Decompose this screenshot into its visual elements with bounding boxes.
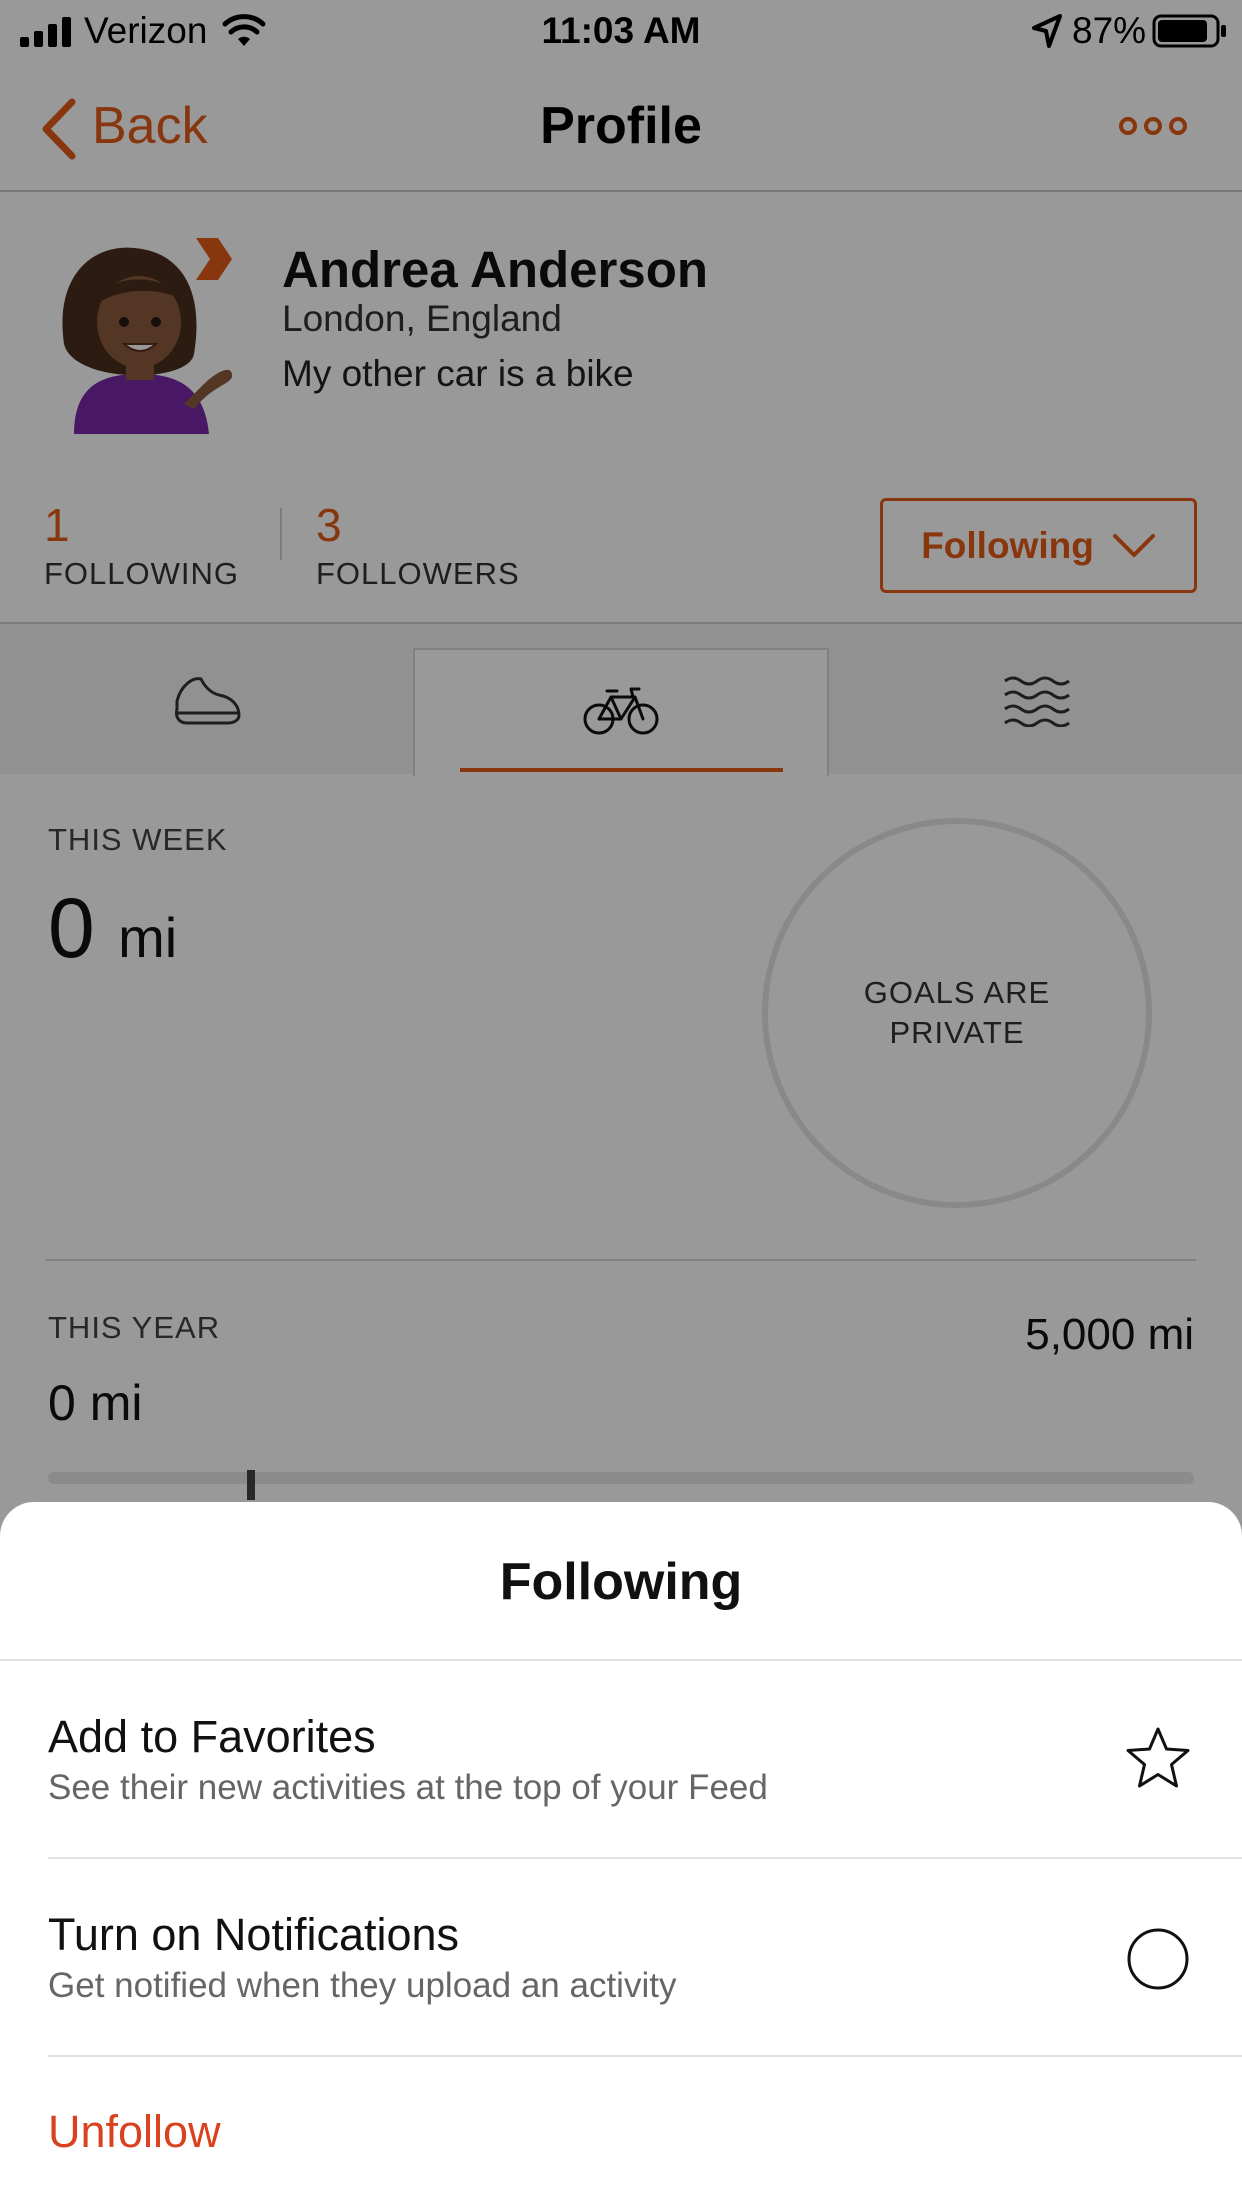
favorites-subtitle: See their new activities at the top of y…	[48, 1768, 768, 1807]
sheet-row-divider	[48, 2055, 1242, 2057]
notifications-subtitle: Get notified when they upload an activit…	[48, 1966, 677, 2005]
notifications-title: Turn on Notifications	[48, 1909, 460, 1960]
unfollow-button[interactable]: Unfollow	[48, 2106, 221, 2158]
add-to-favorites-row[interactable]: Add to Favorites See their new activitie…	[0, 1661, 1242, 1857]
favorites-title: Add to Favorites	[48, 1711, 376, 1762]
notifications-toggle-circle[interactable]	[1126, 1927, 1190, 1991]
sheet-title: Following	[499, 1553, 743, 1611]
notifications-row[interactable]: Turn on Notifications Get notified when …	[0, 1859, 1242, 2055]
star-icon[interactable]	[1124, 1725, 1192, 1791]
